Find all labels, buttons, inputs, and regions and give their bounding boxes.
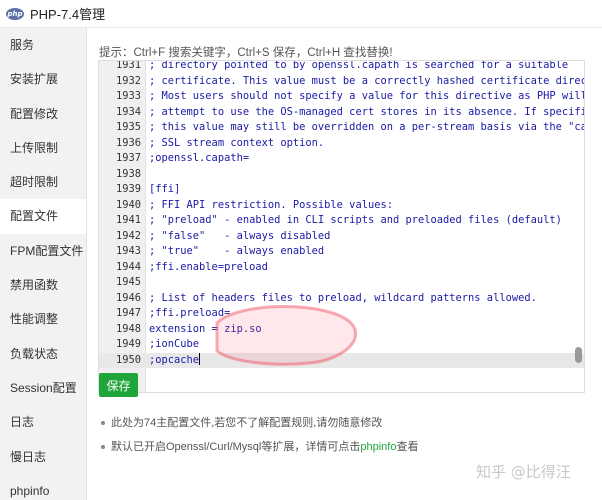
window-title: PHP-7.4管理 <box>30 7 106 22</box>
code-line[interactable]: 1940 ; FFI API restriction. Possible valu… <box>99 198 584 214</box>
vertical-scrollbar[interactable] <box>575 347 582 363</box>
line-number: 1936 <box>115 136 141 149</box>
code-line[interactable]: 1943 ; "true" - always enabled <box>99 244 584 260</box>
note-item: 默认已开启Openssl/Curl/Mysql等扩展，详情可点击phpinfo查… <box>99 438 589 462</box>
line-number: 1933 <box>115 90 141 102</box>
line-code[interactable]: ;ffi.enable=preload <box>149 260 268 276</box>
line-number: 1941 <box>115 214 141 226</box>
code-line[interactable]: 1941 ; "preload" - enabled in CLI scripts… <box>99 213 584 229</box>
line-number: 1948 <box>115 322 141 335</box>
code-lines[interactable]: 1931 ; directory pointed to by openssl.ca… <box>99 60 584 369</box>
note-text: 默认已开启Openssl/Curl/Mysql等扩展，详情可点击 <box>111 441 361 453</box>
line-code[interactable]: ; "preload" - enabled in CLI scripts and… <box>149 213 562 229</box>
code-line[interactable]: 1931 ; directory pointed to by openssl.ca… <box>99 60 584 74</box>
line-number: 1944 <box>115 260 141 273</box>
sidebar-item-fpm-config-file[interactable]: FPM配置文件 <box>0 234 86 268</box>
line-number: 1950 <box>115 353 141 366</box>
notes-list: 此处为74主配置文件,若您不了解配置规则,请勿随意修改 默认已开启Openssl… <box>99 414 589 462</box>
line-code[interactable]: ;openssl.capath= <box>149 151 249 167</box>
line-code[interactable]: ; SSL stream context option. <box>149 136 324 152</box>
sidebar-item-phpinfo[interactable]: phpinfo <box>0 474 86 500</box>
watermark: 知乎 @比得汪 <box>476 463 571 481</box>
sidebar-item-install-extensions[interactable]: 安装扩展 <box>0 62 86 96</box>
line-code[interactable]: ; "true" - always enabled <box>149 244 324 260</box>
code-line[interactable]: 1937 ;openssl.capath= <box>99 151 584 167</box>
line-code[interactable]: ; this value may still be overridden on … <box>149 120 584 136</box>
code-line[interactable]: 1948 extension = zip.so <box>99 322 584 338</box>
line-number: 1931 <box>115 60 141 71</box>
code-line[interactable]: 1934 ; attempt to use the OS-managed cert… <box>99 105 584 121</box>
code-line[interactable]: 1933 ; Most users should not specify a va… <box>99 89 584 105</box>
main-panel: 提示：Ctrl+F 搜索关键字，Ctrl+S 保存，Ctrl+H 查找替换! 1… <box>88 28 602 500</box>
line-code[interactable]: [ffi] <box>149 182 180 198</box>
line-number: 1942 <box>115 229 141 242</box>
line-code[interactable]: ;opcache <box>149 352 201 369</box>
line-code[interactable]: ; FFI API restriction. Possible values: <box>149 198 393 214</box>
note-item: 此处为74主配置文件,若您不了解配置规则,请勿随意修改 <box>99 414 589 438</box>
line-number: 1949 <box>115 338 141 350</box>
sidebar-item-performance-tuning[interactable]: 性能调整 <box>0 302 86 336</box>
sidebar-item-service[interactable]: 服务 <box>0 28 86 62</box>
line-number: 1947 <box>115 307 141 319</box>
sidebar-item-slow-logs[interactable]: 慢日志 <box>0 440 86 474</box>
sidebar-item-upload-limit[interactable]: 上传限制 <box>0 131 86 165</box>
code-line[interactable]: 1932 ; certificate. This value must be a … <box>99 74 584 90</box>
shortcut-hint: 提示：Ctrl+F 搜索关键字，Ctrl+S 保存，Ctrl+H 查找替换! <box>99 47 393 59</box>
sidebar-item-config-file[interactable]: 配置文件 <box>0 199 86 234</box>
title-bar: php PHP-7.4管理 <box>0 0 602 28</box>
line-code[interactable]: ; certificate. This value must be a corr… <box>149 74 584 90</box>
note-text-suffix: 查看 <box>396 441 419 453</box>
line-code[interactable]: ; "false" - always disabled <box>149 229 330 245</box>
line-number: 1945 <box>115 276 141 288</box>
code-line[interactable]: 1947 ;ffi.preload= <box>99 306 584 322</box>
line-code[interactable]: ; List of headers files to preload, wild… <box>149 291 537 307</box>
line-number: 1938 <box>115 167 141 180</box>
line-number: 1939 <box>115 183 141 195</box>
line-number: 1943 <box>115 245 141 257</box>
code-line[interactable]: 1942 ; "false" - always disabled <box>99 229 584 245</box>
sidebar-item-session-config[interactable]: Session配置 <box>0 371 86 405</box>
sidebar: 服务 安装扩展 配置修改 上传限制 超时限制 配置文件 FPM配置文件 禁用函数… <box>0 28 87 500</box>
code-line[interactable]: 1936 ; SSL stream context option. <box>99 136 584 152</box>
line-code[interactable]: ;ionCube <box>149 337 199 353</box>
line-code[interactable]: ;ffi.preload= <box>149 306 230 322</box>
sidebar-item-timeout-limit[interactable]: 超时限制 <box>0 165 86 199</box>
sidebar-item-config-modify[interactable]: 配置修改 <box>0 97 86 131</box>
code-line[interactable]: 1939 [ffi] <box>99 182 584 198</box>
phpinfo-link[interactable]: phpinfo <box>360 441 396 453</box>
sidebar-item-disabled-functions[interactable]: 禁用函数 <box>0 268 86 302</box>
text-cursor <box>199 352 201 365</box>
code-editor[interactable]: 1931 ; directory pointed to by openssl.ca… <box>98 60 585 393</box>
code-line[interactable]: 1944 ;ffi.enable=preload <box>99 260 584 276</box>
save-button[interactable]: 保存 <box>99 373 138 397</box>
code-line[interactable]: 1950 ;opcache <box>99 352 584 369</box>
line-number: 1932 <box>115 74 141 87</box>
code-line[interactable]: 1945 <box>99 275 584 291</box>
line-number: 1934 <box>115 105 141 118</box>
line-code[interactable]: ; attempt to use the OS-managed cert sto… <box>149 105 584 121</box>
line-number: 1946 <box>115 291 141 304</box>
line-code[interactable]: ; Most users should not specify a value … <box>149 89 584 105</box>
php-logo-icon: php <box>6 7 24 20</box>
code-line[interactable]: 1949 ;ionCube <box>99 337 584 353</box>
line-number: 1940 <box>115 198 141 211</box>
sidebar-item-logs[interactable]: 日志 <box>0 405 86 439</box>
sidebar-item-load-status[interactable]: 负载状态 <box>0 337 86 371</box>
code-line[interactable]: 1935 ; this value may still be overridden… <box>99 120 584 136</box>
line-number: 1935 <box>115 121 141 133</box>
code-line[interactable]: 1938 <box>99 167 584 183</box>
line-code[interactable]: ; directory pointed to by openssl.capath… <box>149 61 568 74</box>
code-line[interactable]: 1946 ; List of headers files to preload, … <box>99 291 584 307</box>
line-code[interactable]: extension = zip.so <box>149 322 262 338</box>
line-number: 1937 <box>115 152 141 164</box>
